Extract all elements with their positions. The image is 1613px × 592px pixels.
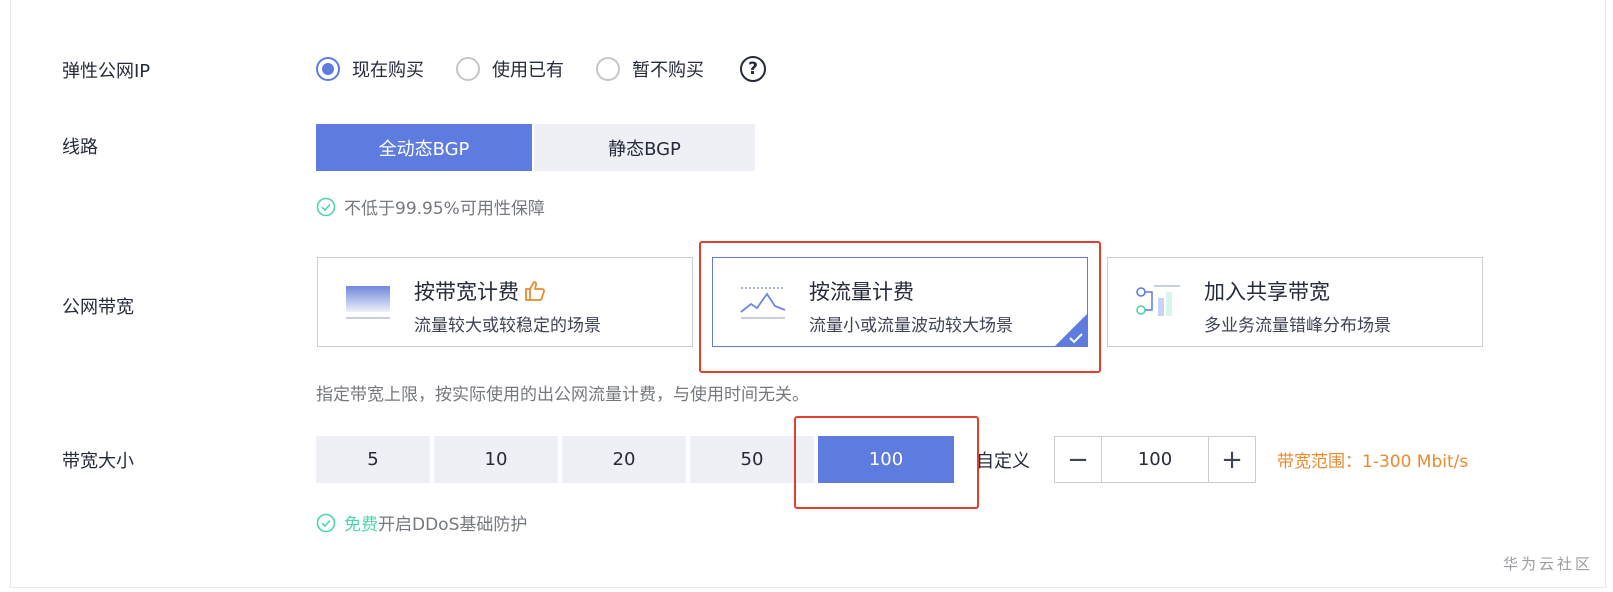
radio-not-buy[interactable]: 暂不购买	[596, 56, 704, 82]
traffic-wave-icon	[740, 287, 786, 319]
card-traffic-title: 按流量计费	[809, 280, 914, 304]
route-bgp-dynamic-button[interactable]: 全动态BGP	[316, 124, 532, 171]
minus-button[interactable]: −	[1055, 437, 1101, 482]
size-option-5[interactable]: 5	[316, 436, 430, 483]
card-traffic-desc: 流量小或流量波动较大场景	[809, 316, 1013, 336]
route-note-text: 不低于99.95%可用性保障	[344, 199, 545, 219]
card-bandwidth-billing[interactable]: 按带宽计费 流量较大或较稳定的场景	[317, 257, 693, 347]
radio-unchecked-icon[interactable]	[596, 57, 620, 81]
radio-not-buy-label[interactable]: 暂不购买	[632, 56, 704, 82]
route-bgp-static-button[interactable]: 静态BGP	[534, 124, 755, 171]
billing-label: 公网带宽	[62, 297, 134, 318]
check-circle-icon	[316, 197, 336, 216]
thumbs-up-icon	[525, 281, 545, 301]
radio-buy-now-label[interactable]: 现在购买	[352, 56, 424, 82]
size-option-10[interactable]: 10	[434, 436, 558, 483]
card-traffic-billing[interactable]: 按流量计费 流量小或流量波动较大场景	[712, 257, 1088, 347]
size-option-100[interactable]: 100	[818, 436, 954, 483]
ddos-note-text: 开启DDoS基础防护	[378, 515, 528, 535]
radio-buy-now[interactable]: 现在购买	[316, 56, 424, 82]
eip-radio-group: 现在购买 使用已有 暂不购买 ?	[316, 56, 766, 82]
radio-use-existing-label[interactable]: 使用已有	[492, 56, 564, 82]
card-bandwidth-title: 按带宽计费	[414, 276, 547, 306]
watermark: 华为云社区	[1502, 555, 1593, 573]
card-bandwidth-desc: 流量较大或较稳定的场景	[414, 316, 601, 336]
bandwidth-stepper: − 100 +	[1054, 436, 1256, 483]
size-option-50[interactable]: 50	[690, 436, 814, 483]
card-shared-title: 加入共享带宽	[1204, 280, 1330, 304]
route-label: 线路	[62, 137, 98, 158]
bandwidth-range-text: 带宽范围：1-300 Mbit/s	[1277, 452, 1469, 472]
bandwidth-gradient-icon	[346, 286, 390, 319]
check-circle-icon	[316, 513, 336, 532]
ddos-note: 免费 开启DDoS基础防护	[316, 510, 527, 535]
bandwidth-input[interactable]: 100	[1101, 437, 1209, 482]
card-shared-bandwidth[interactable]: 加入共享带宽 多业务流量错峰分布场景	[1107, 257, 1483, 347]
radio-checked-icon[interactable]	[316, 57, 340, 81]
help-icon[interactable]: ?	[740, 56, 766, 82]
size-option-20[interactable]: 20	[562, 436, 686, 483]
card-shared-desc: 多业务流量错峰分布场景	[1204, 316, 1391, 336]
radio-unchecked-icon[interactable]	[456, 57, 480, 81]
eip-label: 弹性公网IP	[62, 61, 151, 82]
radio-use-existing[interactable]: 使用已有	[456, 56, 564, 82]
custom-label: 自定义	[976, 451, 1030, 472]
plus-button[interactable]: +	[1209, 437, 1255, 482]
route-note: 不低于99.95%可用性保障	[316, 194, 545, 219]
size-label: 带宽大小	[62, 451, 134, 472]
shared-bandwidth-icon	[1136, 285, 1180, 316]
ddos-free-text: 免费	[344, 515, 378, 535]
billing-note: 指定带宽上限，按实际使用的出公网流量计费，与使用时间无关。	[316, 385, 809, 405]
checkmark-icon	[1069, 333, 1083, 344]
card-bandwidth-title-text: 按带宽计费	[414, 280, 519, 304]
